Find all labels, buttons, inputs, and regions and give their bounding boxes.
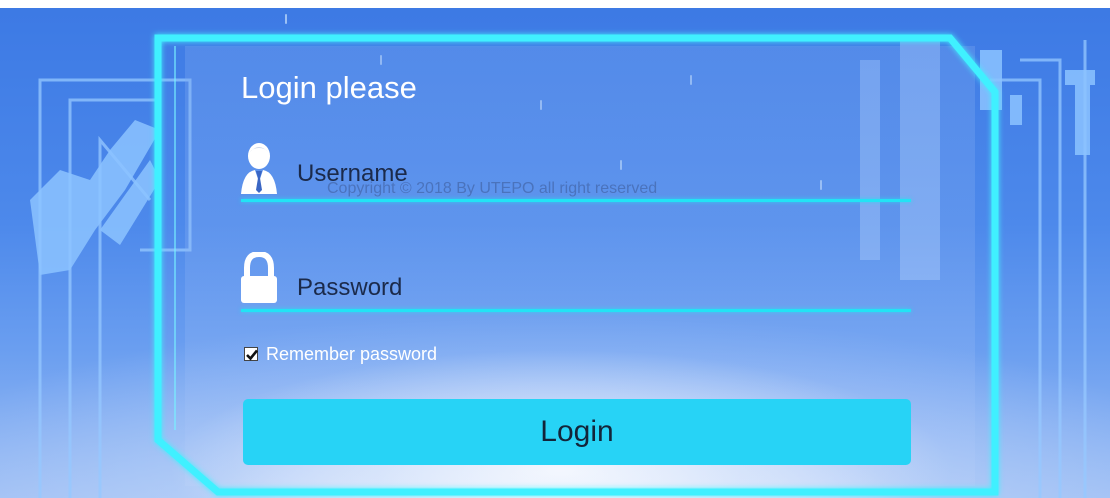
username-underline [241, 199, 911, 202]
copyright-text: Copyright © 2018 By UTEPO all right rese… [327, 180, 658, 197]
login-button[interactable]: Login [243, 399, 911, 465]
user-icon [241, 143, 277, 194]
login-page: Login please Username Copyright © 2018 B… [0, 0, 1110, 498]
page-title: Login please [241, 70, 417, 105]
password-placeholder: Password [297, 274, 403, 301]
remember-password[interactable]: Remember password [244, 343, 437, 365]
remember-label: Remember password [266, 343, 438, 364]
password-underline [241, 309, 911, 312]
checkmark-icon [246, 349, 259, 361]
password-field[interactable]: Password [241, 252, 911, 312]
lock-icon [241, 252, 277, 303]
remember-checkbox[interactable] [244, 347, 259, 361]
